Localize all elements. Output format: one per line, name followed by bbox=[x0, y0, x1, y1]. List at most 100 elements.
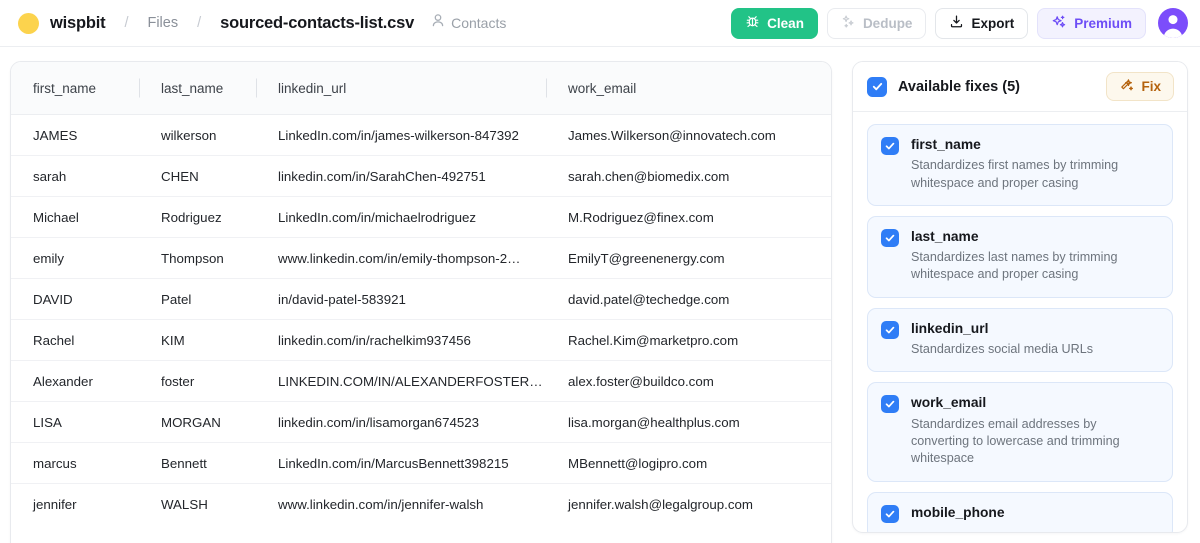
available-fixes-panel: Available fixes (5) Fix first_name Stand… bbox=[852, 61, 1188, 533]
fix-item-description: Standardizes email addresses by converti… bbox=[911, 416, 1120, 466]
cell-first-name: DAVID bbox=[33, 291, 73, 307]
breadcrumb-separator-1: / bbox=[124, 15, 129, 31]
cell-linkedin-url: www.linkedin.com/in/emily-thompson-2… bbox=[278, 250, 521, 266]
cell-linkedin-url: LinkedIn.com/in/MarcusBennett398215 bbox=[278, 455, 509, 471]
fix-item-name: first_name bbox=[911, 137, 981, 152]
cell-work-email: sarah.chen@biomedix.com bbox=[568, 168, 730, 184]
cell-linkedin-url: LinkedIn.com/in/james-wilkerson-847392 bbox=[278, 127, 519, 143]
fix-item-mobile-phone[interactable]: mobile_phone bbox=[867, 491, 1173, 532]
fix-button[interactable]: Fix bbox=[1106, 72, 1174, 101]
table-row[interactable]: emily Thompson www.linkedin.com/in/emily… bbox=[11, 238, 831, 279]
fix-item-linkedin-url[interactable]: linkedin_url Standardizes social media U… bbox=[867, 307, 1173, 373]
fix-checkbox[interactable] bbox=[881, 137, 899, 155]
fix-item-first-name[interactable]: first_name Standardizes first names by t… bbox=[867, 124, 1173, 206]
cell-last-name: Patel bbox=[161, 291, 192, 307]
sparkle-icon bbox=[1051, 14, 1067, 33]
cell-linkedin-url: LINKEDIN.COM/IN/ALEXANDERFOSTER… bbox=[278, 373, 543, 389]
cell-linkedin-url: linkedin.com/in/SarahChen-492751 bbox=[278, 168, 486, 184]
table-row[interactable]: marcus Bennett LinkedIn.com/in/MarcusBen… bbox=[11, 443, 831, 484]
cell-last-name: foster bbox=[161, 373, 195, 389]
fix-item-description: Standardizes first names by trimming whi… bbox=[911, 158, 1119, 190]
cell-first-name: jennifer bbox=[33, 497, 77, 512]
cell-first-name: Alexander bbox=[33, 373, 93, 389]
cell-last-name: Rodriguez bbox=[161, 209, 222, 225]
table-body: JAMES wilkerson LinkedIn.com/in/james-wi… bbox=[11, 115, 831, 525]
fix-checkbox[interactable] bbox=[881, 395, 899, 414]
magic-wand-icon bbox=[1119, 78, 1134, 96]
cell-work-email: Rachel.Kim@marketpro.com bbox=[568, 332, 739, 348]
table-row[interactable]: jennifer WALSH www.linkedin.com/in/jenni… bbox=[11, 484, 831, 525]
dedupe-button[interactable]: Dedupe bbox=[826, 7, 927, 39]
select-all-fixes-checkbox[interactable] bbox=[867, 76, 887, 97]
fix-item-name: work_email bbox=[911, 395, 987, 411]
cell-first-name: emily bbox=[33, 250, 65, 266]
top-bar: wispbit / Files / sourced-contacts-list.… bbox=[0, 0, 1200, 47]
table-row[interactable]: Alexander foster LINKEDIN.COM/IN/ALEXAND… bbox=[11, 361, 831, 402]
breadcrumb-current-file: sourced-contacts-list.csv bbox=[220, 13, 415, 32]
cell-linkedin-url: in/david-patel-583921 bbox=[278, 291, 406, 307]
cell-work-email: david.patel@techedge.com bbox=[568, 291, 730, 307]
fixes-list[interactable]: first_name Standardizes first names by t… bbox=[853, 112, 1187, 532]
cell-work-email: M.Rodriguez@finex.com bbox=[568, 209, 714, 225]
table-header-row: first_name last_name linkedin_url work_e… bbox=[11, 62, 831, 115]
cell-first-name: JAMES bbox=[33, 127, 78, 143]
clean-button-label: Clean bbox=[767, 15, 804, 31]
cell-work-email: MBennett@logipro.com bbox=[568, 455, 708, 471]
cell-last-name: WALSH bbox=[161, 497, 208, 512]
toolbar-actions: Clean Dedupe Export Premium bbox=[731, 7, 1188, 39]
table-row[interactable]: sarah CHEN linkedin.com/in/SarahChen-492… bbox=[11, 156, 831, 197]
column-header-work-email[interactable]: work_email bbox=[546, 62, 831, 114]
cell-linkedin-url: linkedin.com/in/lisamorgan674523 bbox=[278, 414, 480, 430]
fix-item-name: last_name bbox=[911, 228, 979, 244]
cell-linkedin-url: linkedin.com/in/rachelkim937456 bbox=[278, 332, 471, 348]
breadcrumb: wispbit / Files / sourced-contacts-list.… bbox=[18, 12, 415, 34]
fix-checkbox[interactable] bbox=[881, 320, 899, 339]
premium-button-label: Premium bbox=[1074, 15, 1132, 31]
premium-button[interactable]: Premium bbox=[1037, 7, 1146, 39]
column-header-first-name[interactable]: first_name bbox=[11, 62, 139, 114]
table-row[interactable]: JAMES wilkerson LinkedIn.com/in/james-wi… bbox=[11, 115, 831, 156]
fix-item-name: mobile_phone bbox=[911, 504, 1005, 520]
cell-last-name: MORGAN bbox=[161, 414, 221, 430]
brand-name[interactable]: wispbit bbox=[50, 14, 106, 33]
contacts-tag: Contacts bbox=[431, 13, 506, 33]
avatar[interactable] bbox=[1158, 8, 1188, 38]
cell-work-email: EmilyT@greenenergy.com bbox=[568, 250, 725, 266]
fix-item-last-name[interactable]: last_name Standardizes last names by tri… bbox=[867, 215, 1173, 298]
breadcrumb-separator-2: / bbox=[197, 15, 202, 31]
table-row[interactable]: Rachel KIM linkedin.com/in/rachelkim9374… bbox=[11, 320, 831, 361]
fix-item-name: linkedin_url bbox=[911, 320, 989, 336]
fix-checkbox[interactable] bbox=[881, 504, 899, 523]
cell-first-name: Rachel bbox=[33, 332, 75, 348]
clean-button[interactable]: Clean bbox=[731, 7, 818, 39]
table-row[interactable]: LISA MORGAN linkedin.com/in/lisamorgan67… bbox=[11, 402, 831, 443]
column-header-linkedin-url[interactable]: linkedin_url bbox=[256, 62, 546, 114]
cell-work-email: alex.foster@buildco.com bbox=[568, 373, 714, 389]
export-button-label: Export bbox=[971, 15, 1015, 31]
dedupe-button-label: Dedupe bbox=[862, 15, 913, 31]
wispbit-logo-dot-icon bbox=[18, 12, 39, 34]
cell-linkedin-url: LinkedIn.com/in/michaelrodriguez bbox=[278, 209, 477, 225]
contacts-table: first_name last_name linkedin_url work_e… bbox=[10, 61, 832, 543]
cell-last-name: CHEN bbox=[161, 168, 199, 184]
cell-first-name: sarah bbox=[33, 168, 67, 184]
fix-checkbox[interactable] bbox=[881, 228, 899, 247]
cell-linkedin-url: www.linkedin.com/in/jennifer-walsh bbox=[278, 497, 484, 512]
column-header-last-name[interactable]: last_name bbox=[139, 62, 256, 114]
cell-first-name: LISA bbox=[33, 414, 62, 430]
cell-work-email: lisa.morgan@healthplus.com bbox=[568, 414, 740, 430]
available-fixes-title: Available fixes (5) bbox=[898, 78, 1020, 95]
fix-item-description: Standardizes social media URLs bbox=[911, 342, 1093, 357]
cell-first-name: marcus bbox=[33, 455, 77, 471]
export-button[interactable]: Export bbox=[935, 7, 1029, 39]
person-icon bbox=[431, 13, 445, 33]
table-row[interactable]: Michael Rodriguez LinkedIn.com/in/michae… bbox=[11, 197, 831, 238]
available-fixes-header: Available fixes (5) Fix bbox=[853, 62, 1187, 112]
table-row[interactable]: DAVID Patel in/david-patel-583921 david.… bbox=[11, 279, 831, 320]
cell-last-name: KIM bbox=[161, 332, 185, 348]
fix-item-work-email[interactable]: work_email Standardizes email addresses … bbox=[867, 382, 1173, 482]
breadcrumb-files-link[interactable]: Files bbox=[147, 15, 178, 31]
download-icon bbox=[949, 14, 964, 32]
bug-icon bbox=[745, 14, 760, 32]
fix-button-label: Fix bbox=[1141, 79, 1161, 94]
